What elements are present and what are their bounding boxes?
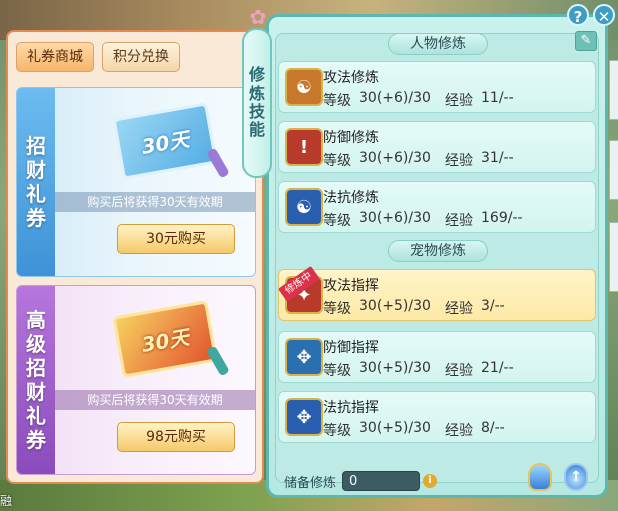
- level-label: 等级: [323, 153, 351, 169]
- section-pet-cultivation: 宠物修炼: [388, 240, 488, 262]
- section-character-cultivation: 人物修炼: [388, 33, 488, 55]
- exp-label: 经验: [445, 301, 473, 317]
- skill-name: 法抗指挥: [323, 400, 379, 416]
- meditating-figure-icon: ☯: [285, 68, 323, 106]
- level-value: 30(+6)/30: [359, 210, 431, 226]
- voucher-card-basic: 招财礼券 30天 购买后将获得30天有效期 30元购买: [16, 87, 256, 277]
- close-icon[interactable]: ✕: [593, 4, 615, 26]
- tab-cultivation-skills[interactable]: 修炼技能: [242, 28, 272, 178]
- level-value: 30(+6)/30: [359, 90, 431, 106]
- exp-value: 3/--: [481, 298, 505, 314]
- level-label: 等级: [323, 93, 351, 109]
- tab-points-exchange[interactable]: 积分兑换: [102, 42, 180, 72]
- card-description: 购买后将获得30天有效期: [55, 390, 255, 410]
- skill-row[interactable]: ✥ 防御指挥 等级 30(+5)/30 经验 21/--: [278, 331, 596, 383]
- edit-icon[interactable]: ✎: [575, 31, 597, 51]
- card-side-label: 高级招财礼券: [17, 286, 55, 474]
- skill-name: 法抗修炼: [323, 190, 379, 206]
- exp-value: 8/--: [481, 420, 505, 436]
- card-side-label: 招财礼券: [17, 88, 55, 276]
- skill-row[interactable]: ✥ 法抗指挥 等级 30(+5)/30 经验 8/--: [278, 391, 596, 443]
- card-description: 购买后将获得30天有效期: [55, 192, 255, 212]
- exp-label: 经验: [445, 423, 473, 439]
- skill-row[interactable]: ☯ 攻法修炼 等级 30(+6)/30 经验 11/--: [278, 61, 596, 113]
- buy-30-button[interactable]: 30元购买: [117, 224, 235, 254]
- exp-value: 31/--: [481, 150, 514, 166]
- level-label: 等级: [323, 213, 351, 229]
- reserve-cultivation-field[interactable]: 0: [342, 471, 420, 491]
- skill-row-active[interactable]: ✦ 修炼中 攻法指挥 等级 30(+5)/30 经验 3/--: [278, 265, 596, 321]
- edge-tab[interactable]: [609, 140, 618, 200]
- voucher-shop-panel: 礼券商城 积分兑换 招财礼券 30天 购买后将获得30天有效期 30元购买 高级…: [6, 30, 264, 484]
- exp-value: 21/--: [481, 360, 514, 376]
- level-value: 30(+5)/30: [359, 420, 431, 436]
- shield-icon: !: [285, 128, 323, 166]
- info-icon[interactable]: i: [423, 474, 437, 488]
- skill-name: 攻法修炼: [323, 70, 379, 86]
- lotus-icon: ✿: [249, 5, 267, 29]
- skill-name: 防御修炼: [323, 130, 379, 146]
- yin-yang-shield-icon: ☯: [285, 188, 323, 226]
- level-label: 等级: [323, 363, 351, 379]
- exp-label: 经验: [445, 93, 473, 109]
- paw-shield-icon: ✥: [285, 338, 323, 376]
- level-value: 30(+5)/30: [359, 298, 431, 314]
- exp-value: 11/--: [481, 90, 514, 106]
- exp-label: 经验: [445, 213, 473, 229]
- level-value: 30(+5)/30: [359, 360, 431, 376]
- voucher-card-premium: 高级招财礼券 30天 购买后将获得30天有效期 98元购买: [16, 285, 256, 475]
- level-label: 等级: [323, 423, 351, 439]
- potion-icon[interactable]: [528, 463, 552, 491]
- skill-name: 攻法指挥: [323, 278, 379, 294]
- help-icon[interactable]: ?: [567, 4, 589, 26]
- buy-98-button[interactable]: 98元购买: [117, 422, 235, 452]
- reserve-cultivation-label: 储备修炼: [284, 476, 337, 491]
- paw-circle-icon: ✥: [285, 398, 323, 436]
- upgrade-flame-icon[interactable]: ↑: [564, 463, 588, 491]
- exp-label: 经验: [445, 153, 473, 169]
- shop-tabs: 礼券商城 积分兑换: [16, 42, 180, 72]
- ticket-icon: 30天: [112, 300, 218, 378]
- edge-tab[interactable]: [609, 222, 618, 292]
- level-value: 30(+6)/30: [359, 150, 431, 166]
- tab-voucher-shop[interactable]: 礼券商城: [16, 42, 94, 72]
- skill-row[interactable]: ! 防御修炼 等级 30(+6)/30 经验 31/--: [278, 121, 596, 173]
- corner-text: 融: [0, 494, 13, 508]
- level-label: 等级: [323, 301, 351, 317]
- exp-value: 169/--: [481, 210, 523, 226]
- edge-tab[interactable]: [609, 60, 618, 120]
- ticket-icon: 30天: [112, 102, 218, 180]
- skill-name: 防御指挥: [323, 340, 379, 356]
- skill-row[interactable]: ☯ 法抗修炼 等级 30(+6)/30 经验 169/--: [278, 181, 596, 233]
- exp-label: 经验: [445, 363, 473, 379]
